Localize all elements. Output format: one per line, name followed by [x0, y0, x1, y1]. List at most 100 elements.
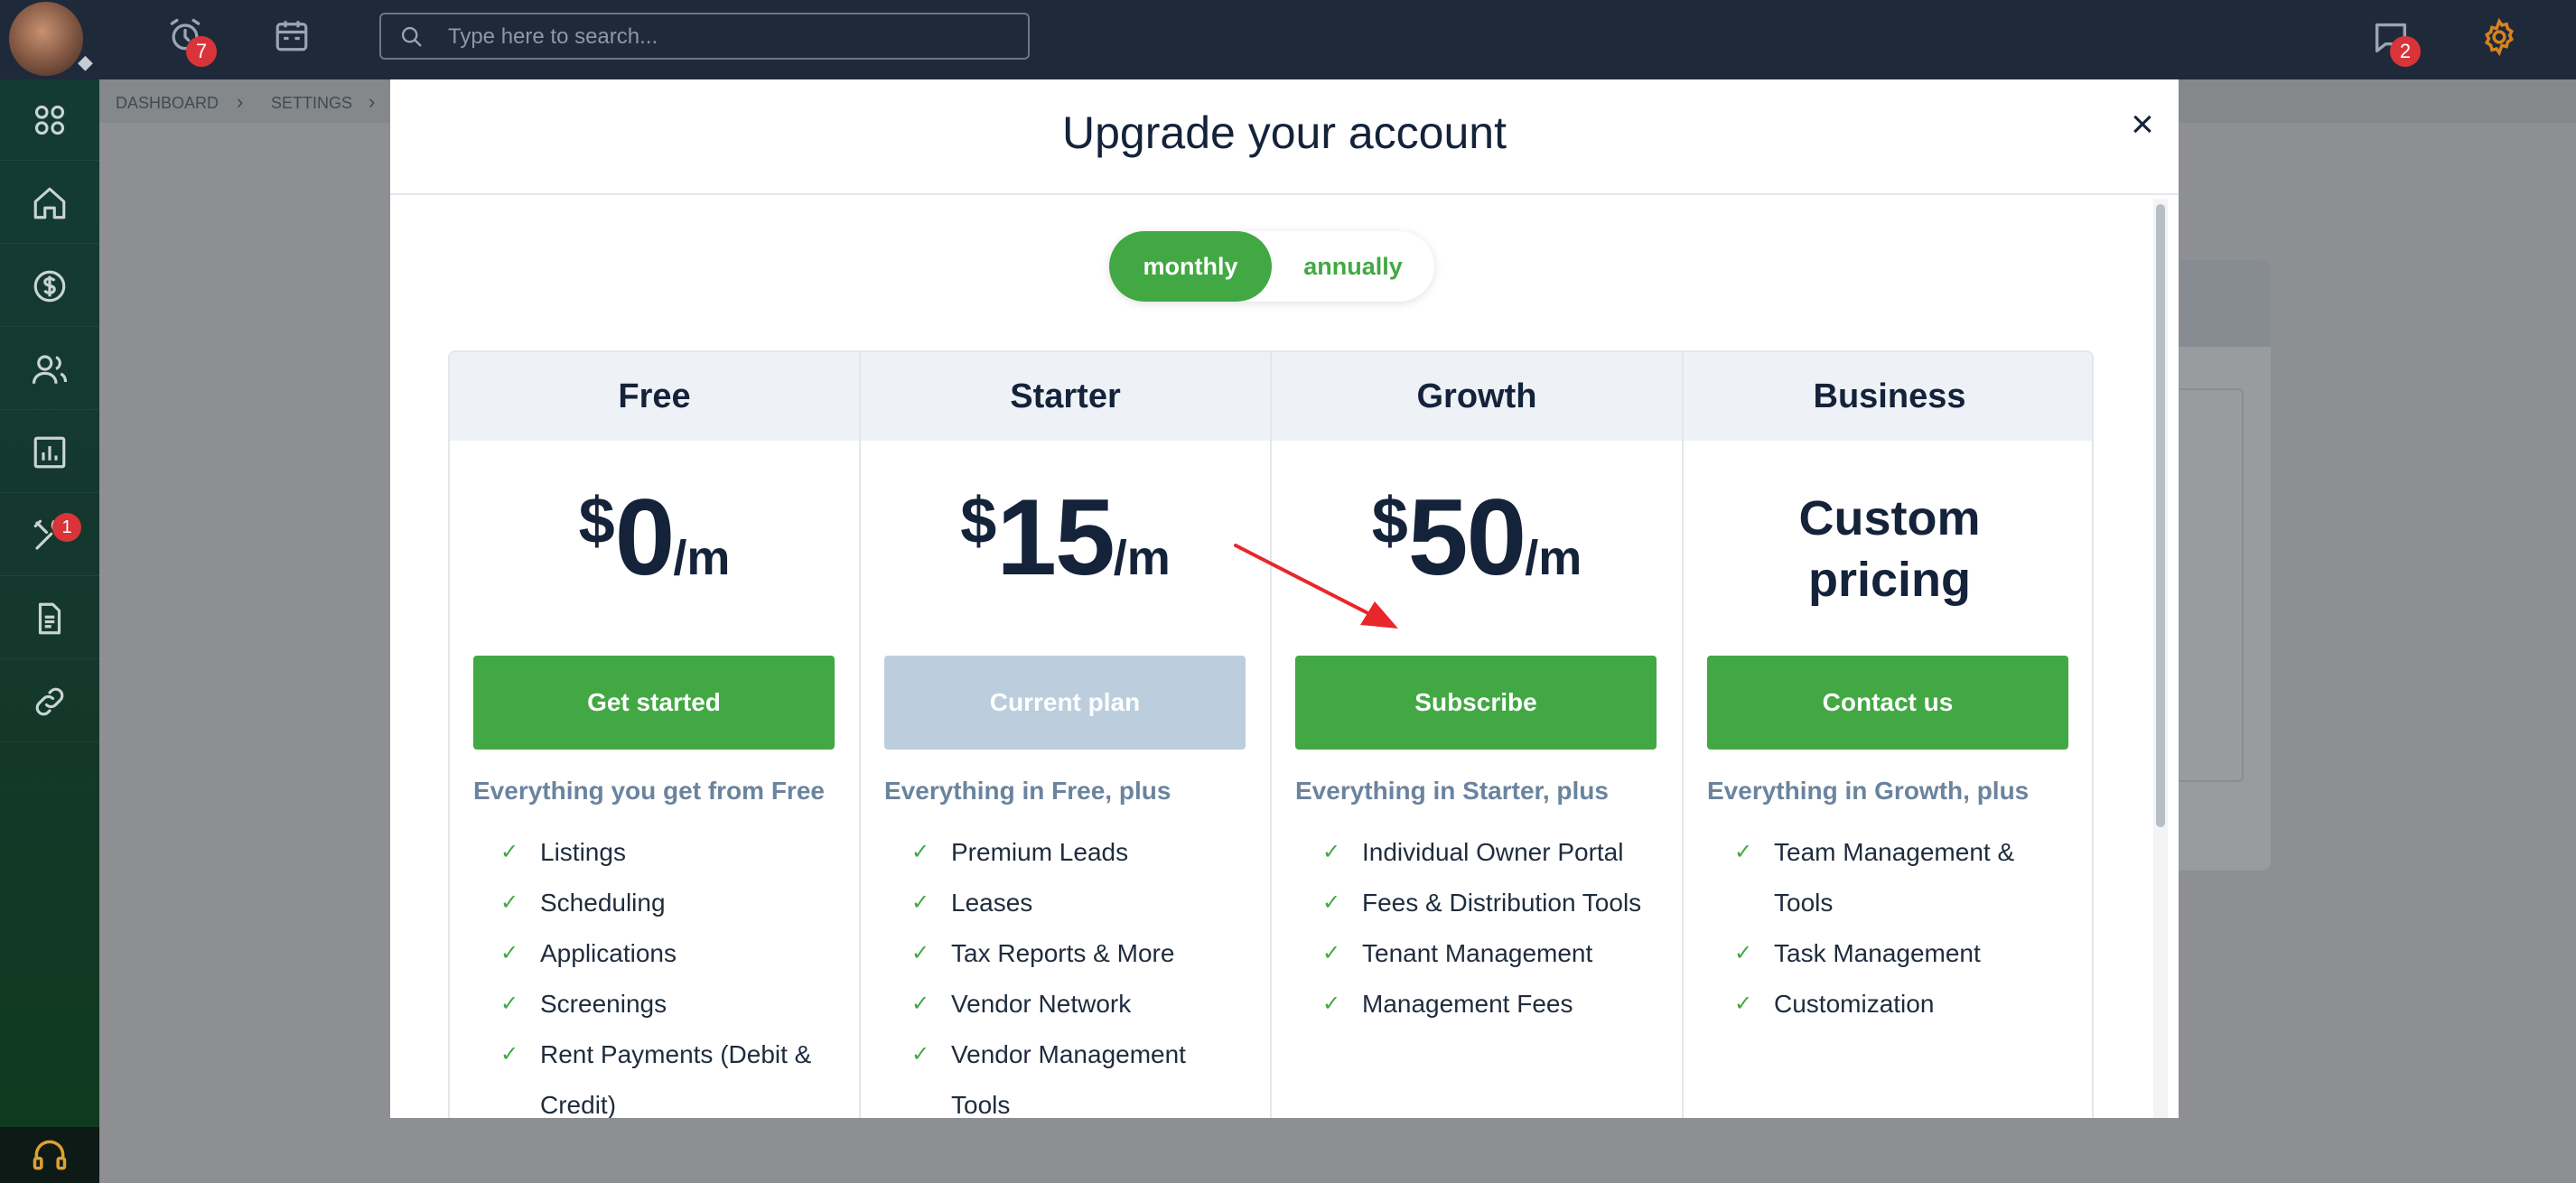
feature-label: Listings	[540, 838, 626, 866]
list-item: ✓ Premium Leads	[911, 827, 1246, 878]
custom-pricing-line-2: pricing	[1807, 553, 1971, 607]
feature-label: Tenant Management	[1362, 939, 1593, 967]
list-item: ✓ Vendor Management Tools	[911, 1029, 1246, 1118]
list-item: ✓ Customization	[1734, 979, 2068, 1029]
search-box[interactable]	[379, 13, 1030, 60]
list-item: ✓ Fees & Distribution Tools	[1322, 878, 1657, 928]
plan-growth: Growth $50/m Subscribe Everything in Sta…	[1272, 352, 1684, 1118]
plan-price: $15/m	[861, 475, 1270, 600]
close-icon[interactable]: ×	[2124, 105, 2161, 144]
current-plan-button: Current plan	[884, 656, 1246, 750]
plan-starter: Starter $15/m Current plan Everything in…	[861, 352, 1272, 1118]
feature-label: Customization	[1774, 990, 1935, 1018]
avatar[interactable]	[9, 2, 83, 76]
sidebar-item-links[interactable]	[0, 661, 99, 742]
sidebar-item-home[interactable]	[0, 163, 99, 244]
list-item: ✓ Team Management & Tools	[1734, 827, 2068, 928]
list-item: ✓ Vendor Network	[911, 979, 1246, 1029]
subscribe-button[interactable]: Subscribe	[1295, 656, 1657, 750]
chart-icon	[33, 436, 66, 468]
gear-icon[interactable]	[2475, 13, 2524, 61]
list-item: ✓ Applications	[500, 928, 835, 979]
check-icon: ✓	[500, 890, 519, 915]
upgrade-modal: Upgrade your account × monthly annually …	[390, 79, 2179, 1118]
people-icon	[32, 354, 68, 384]
sidebar-item-payments[interactable]	[0, 246, 99, 327]
modal-title: Upgrade your account	[1062, 107, 1507, 158]
check-icon: ✓	[1322, 992, 1341, 1016]
check-icon: ✓	[911, 890, 930, 915]
price-currency: $	[578, 485, 615, 557]
breadcrumb-item-dashboard[interactable]: DASHBOARD	[116, 94, 219, 113]
price-period: /m	[1113, 531, 1171, 585]
feature-label: Tax Reports & More	[951, 939, 1175, 967]
grid-icon	[34, 105, 65, 135]
list-item: ✓ Individual Owner Portal	[1322, 827, 1657, 878]
sidebar-item-apps[interactable]	[0, 79, 99, 161]
price-period: /m	[673, 531, 731, 585]
feature-label: Fees & Distribution Tools	[1362, 889, 1642, 917]
feature-list: ✓ Individual Owner Portal ✓ Fees & Distrib…	[1322, 827, 1657, 1029]
chevron-right-icon: ›	[237, 90, 244, 113]
sidebar-item-reports[interactable]	[0, 412, 99, 493]
list-item: ✓ Task Management	[1734, 928, 2068, 979]
price-currency: $	[1371, 485, 1408, 557]
price-amount: 0	[614, 477, 676, 598]
check-icon: ✓	[500, 1042, 519, 1067]
feature-list: ✓ Listings ✓ Scheduling ✓ Applications ✓ Scr…	[500, 827, 835, 1118]
plan-business: Business Custom pricing Contact us Every…	[1684, 352, 2092, 1118]
toggle-annually[interactable]: annually	[1272, 231, 1434, 302]
feature-label: Vendor Management Tools	[951, 1040, 1186, 1118]
breadcrumb-item-settings[interactable]: SETTINGS	[271, 94, 352, 113]
link-icon	[35, 687, 64, 715]
feature-label: Rent Payments (Debit & Credit)	[540, 1040, 812, 1118]
feature-label: Screenings	[540, 990, 667, 1018]
plan-intro: Everything you get from Free	[473, 777, 825, 805]
feature-label: Applications	[540, 939, 677, 967]
calendar-icon[interactable]	[269, 13, 314, 58]
sidebar-item-documents[interactable]	[0, 578, 99, 659]
plan-price: $50/m	[1272, 475, 1682, 600]
check-icon: ✓	[1322, 890, 1341, 915]
home-icon	[33, 187, 66, 219]
feature-label: Premium Leads	[951, 838, 1129, 866]
plan-intro: Everything in Free, plus	[884, 777, 1171, 805]
modal-header: Upgrade your account ×	[390, 79, 2179, 195]
plan-name: Starter	[861, 352, 1270, 441]
plan-name: Free	[450, 352, 859, 441]
sidebar-item-maintenance[interactable]	[0, 495, 99, 576]
plan-name: Business	[1684, 352, 2092, 441]
plan-price: $0/m	[450, 475, 859, 600]
feature-label: Individual Owner Portal	[1362, 838, 1624, 866]
search-input[interactable]	[448, 22, 1008, 52]
feature-list: ✓ Team Management & Tools ✓ Task Managemen…	[1734, 827, 2068, 1029]
list-item: ✓ Leases	[911, 878, 1246, 928]
sidebar-item-people[interactable]	[0, 329, 99, 410]
scrollbar-thumb[interactable]	[2156, 204, 2165, 827]
top-bar: ◆ 7 2	[0, 0, 2576, 79]
check-icon: ✓	[500, 941, 519, 965]
price-amount: 50	[1407, 477, 1526, 598]
feature-label: Leases	[951, 889, 1033, 917]
feature-label: Task Management	[1774, 939, 1981, 967]
check-icon: ✓	[1734, 840, 1753, 864]
check-icon: ✓	[911, 941, 930, 965]
plan-name: Growth	[1272, 352, 1682, 441]
price-currency: $	[960, 485, 997, 557]
feature-list: ✓ Premium Leads ✓ Leases ✓ Tax Reports & Mo…	[911, 827, 1246, 1118]
price-amount: 15	[996, 477, 1115, 598]
feature-label: Vendor Network	[951, 990, 1132, 1018]
check-icon: ✓	[1322, 941, 1341, 965]
sidebar-item-support[interactable]	[0, 1127, 99, 1183]
background-card-box	[2168, 388, 2244, 782]
dollar-icon	[33, 270, 66, 302]
custom-pricing: Custom pricing	[1684, 488, 2092, 610]
check-icon: ✓	[911, 992, 930, 1016]
pin-icon: ◆	[78, 51, 93, 73]
maintenance-count-badge: 1	[52, 513, 81, 542]
list-item: ✓ Scheduling	[500, 878, 835, 928]
contact-us-button[interactable]: Contact us	[1707, 656, 2068, 750]
list-item: ✓ Rent Payments (Debit & Credit)	[500, 1029, 835, 1118]
get-started-button[interactable]: Get started	[473, 656, 835, 750]
toggle-monthly[interactable]: monthly	[1109, 231, 1272, 302]
